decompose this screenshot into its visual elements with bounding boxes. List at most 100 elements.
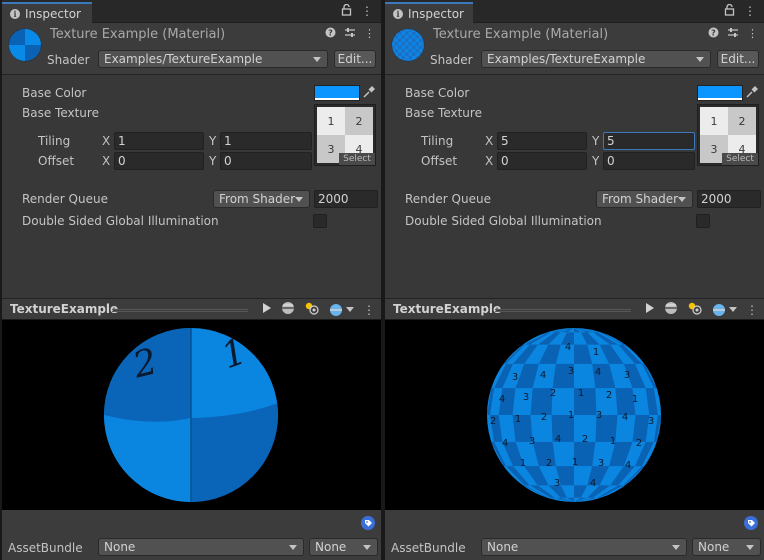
kebab-menu-icon[interactable]: ⋮ [746,303,758,317]
tiling-y-field[interactable]: 5 [603,132,695,150]
render-queue-dropdown[interactable]: From Shader [213,190,310,208]
sphere-texture-label: 3 [523,392,529,403]
sphere-icon[interactable] [664,301,678,318]
asset-footer: AssetBundle None None [385,510,764,560]
base-texture-slot[interactable]: 1 2 3 4 Select [697,104,759,166]
offset-label: Offset [421,154,458,168]
material-preview[interactable]: 413434343212121213434342121213434 [385,320,764,510]
lights-icon[interactable] [304,301,320,318]
material-title: Texture Example (Material) [433,27,609,42]
offset-x-field[interactable]: 0 [497,152,587,170]
assetbundle-variant-dropdown[interactable]: None [692,538,761,556]
dsgi-label: Double Sided Global Illumination [405,214,602,228]
preview-toolbar: TextureExample ⋮ [385,298,764,320]
tiling-label: Tiling [421,134,454,148]
info-icon: i [10,8,20,19]
sphere-texture-label: 1 [632,394,638,405]
preview-mesh-dropdown[interactable] [329,303,354,317]
texture-cell: 2 [728,107,756,135]
tiling-y-field[interactable]: 1 [220,132,312,150]
svg-text:?: ? [328,29,333,38]
render-queue-field[interactable]: 2000 [697,190,761,208]
kebab-menu-icon[interactable]: ⋮ [361,4,373,19]
preset-settings-icon[interactable] [727,27,739,41]
edit-shader-button[interactable]: Edit... [717,50,759,68]
shader-value: Examples/TextureExample [487,52,646,66]
offset-y-label: Y [209,154,217,168]
offset-y-field[interactable]: 0 [220,152,312,170]
tab-bar: i Inspector ⋮ [385,0,764,23]
render-queue-dropdown[interactable]: From Shader [596,190,693,208]
play-icon[interactable] [262,302,272,317]
sphere-texture-label: 4 [565,342,571,353]
tab-inspector[interactable]: i Inspector [2,2,92,23]
assetbundle-dropdown[interactable]: None [481,538,687,556]
edit-shader-button[interactable]: Edit... [334,50,376,68]
sphere-texture-label: 3 [529,436,535,447]
play-icon[interactable] [645,302,655,317]
tiling-x-field[interactable]: 5 [497,132,587,150]
assetbundle-value: None [487,540,519,554]
texture-cell: 2 [345,107,373,135]
sphere-icon[interactable] [281,301,295,318]
lights-icon[interactable] [687,301,703,318]
sphere-texture-label: 3 [598,458,604,469]
texture-cell: 1 [317,107,345,135]
lock-icon[interactable] [724,3,735,19]
sphere-texture-label: 2 [550,388,556,399]
kebab-menu-icon[interactable]: ⋮ [364,27,375,41]
tag-icon[interactable] [361,516,375,530]
sphere-texture-label: 3 [596,410,602,421]
material-header: Texture Example (Material) ? ⋮ Shader Ex… [2,23,381,75]
offset-y-label: Y [592,154,600,168]
tab-label: Inspector [25,6,81,21]
preview-drag-handle[interactable] [112,309,248,312]
sphere-texture-label: 2 [546,458,552,469]
sphere-mesh-icon [713,303,725,316]
preview-title: TextureExample [10,302,119,316]
kebab-menu-icon[interactable]: ⋮ [744,4,756,19]
offset-x-field[interactable]: 0 [114,152,204,170]
sphere-texture-label: 2 [582,434,588,445]
texture-select-button[interactable]: Select [722,153,758,165]
tag-icon[interactable] [744,516,758,530]
dsgi-checkbox[interactable] [313,214,327,228]
base-color-swatch[interactable] [697,85,743,101]
assetbundle-dropdown[interactable]: None [98,538,304,556]
shader-dropdown[interactable]: Examples/TextureExample [98,50,328,68]
shader-dropdown[interactable]: Examples/TextureExample [481,50,711,68]
kebab-menu-icon[interactable]: ⋮ [363,303,375,317]
texture-cell: 1 [700,107,728,135]
tiling-y-label: Y [592,134,600,148]
eyedropper-icon[interactable] [746,86,760,100]
render-queue-field[interactable]: 2000 [314,190,378,208]
inspector-panel: i Inspector ⋮ Texture Example (Material)… [385,0,764,560]
preview-drag-handle[interactable] [495,309,631,312]
sphere-texture-label: 3 [624,370,630,381]
tiling-x-field[interactable]: 1 [114,132,204,150]
help-icon[interactable]: ? [708,27,719,41]
kebab-menu-icon[interactable]: ⋮ [747,27,758,41]
sphere-texture-label: 4 [499,394,505,405]
texture-select-button[interactable]: Select [339,153,375,165]
sphere-texture-label: 4 [555,434,561,445]
tiling-x-label: X [485,134,494,148]
sphere-texture-label: 3 [512,372,518,383]
lock-icon[interactable] [341,3,352,19]
material-title: Texture Example (Material) [50,27,226,42]
base-texture-label: Base Texture [405,106,482,120]
offset-y-field[interactable]: 0 [603,152,695,170]
base-color-swatch[interactable] [314,85,360,101]
preset-settings-icon[interactable] [344,27,356,41]
tab-inspector[interactable]: i Inspector [385,2,473,23]
base-texture-slot[interactable]: 1 2 3 4 Select [314,104,376,166]
offset-x-label: X [485,154,494,168]
preview-mesh-dropdown[interactable] [712,303,737,317]
eyedropper-icon[interactable] [363,86,377,100]
material-preview[interactable]: 21 [2,320,381,510]
sphere-texture-label: 4 [622,412,628,423]
render-queue-mode: From Shader [602,192,679,206]
dsgi-checkbox[interactable] [696,214,710,228]
help-icon[interactable]: ? [325,27,336,41]
assetbundle-variant-dropdown[interactable]: None [309,538,378,556]
